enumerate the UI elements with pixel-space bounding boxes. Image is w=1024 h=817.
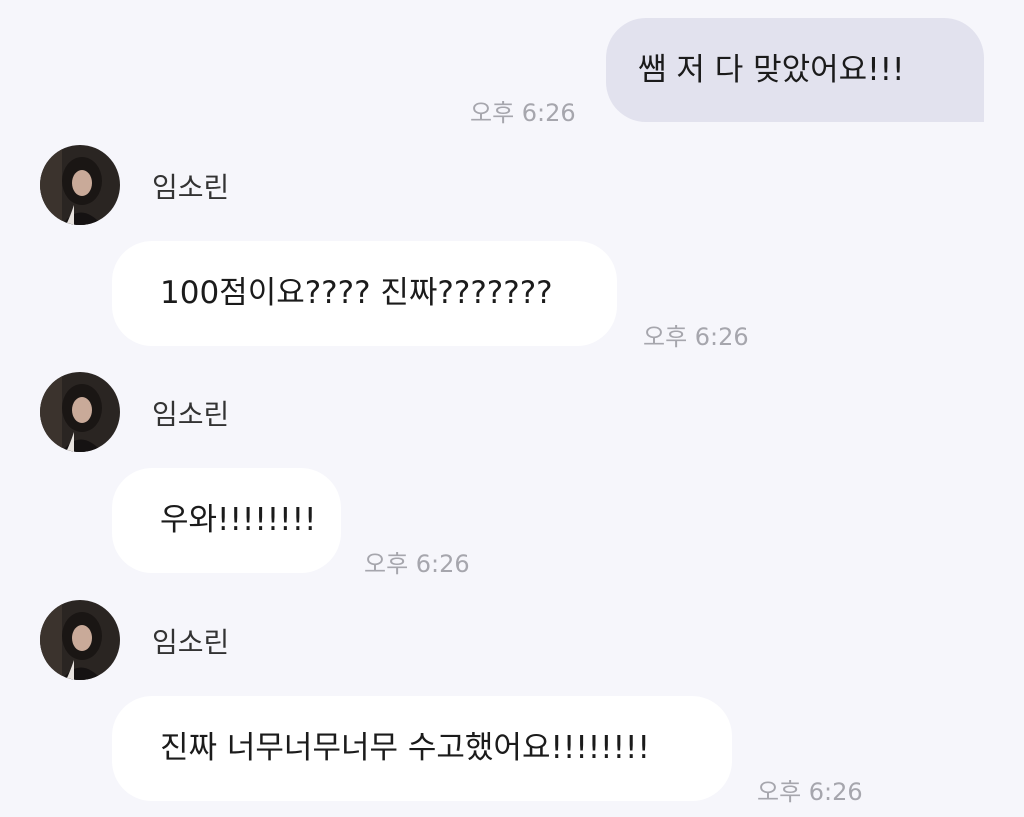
- incoming-message-bubble[interactable]: 진짜 너무너무너무 수고했어요!!!!!!!!: [112, 696, 732, 801]
- incoming-message-bubble[interactable]: 우와!!!!!!!!: [112, 468, 341, 573]
- message-timestamp: 오후 6:26: [757, 778, 863, 806]
- incoming-message-bubble[interactable]: 100점이요???? 진짜???????: [112, 241, 617, 346]
- sender-name: 임소린: [152, 626, 230, 659]
- message-timestamp: 오후 6:26: [643, 323, 749, 351]
- sender-avatar[interactable]: [40, 145, 120, 225]
- message-text: 100점이요???? 진짜???????: [160, 275, 553, 311]
- sender-name: 임소린: [152, 171, 230, 204]
- outgoing-message-bubble[interactable]: 쌤 저 다 맞았어요!!!: [606, 18, 984, 122]
- message-timestamp: 오후 6:26: [470, 99, 576, 127]
- chat-thread: 쌤 저 다 맞았어요!!! 오후 6:26 임소린 100점이요???? 진짜?…: [0, 0, 1024, 817]
- sender-avatar[interactable]: [40, 372, 120, 452]
- avatar-photo-icon: [40, 372, 120, 452]
- avatar-photo-icon: [40, 145, 120, 225]
- message-text: 진짜 너무너무너무 수고했어요!!!!!!!!: [160, 730, 650, 766]
- sender-name: 임소린: [152, 398, 230, 431]
- sender-avatar[interactable]: [40, 600, 120, 680]
- avatar-photo-icon: [40, 600, 120, 680]
- message-timestamp: 오후 6:26: [364, 550, 470, 578]
- message-text: 우와!!!!!!!!: [160, 502, 317, 538]
- message-text: 쌤 저 다 맞았어요!!!: [638, 51, 905, 88]
